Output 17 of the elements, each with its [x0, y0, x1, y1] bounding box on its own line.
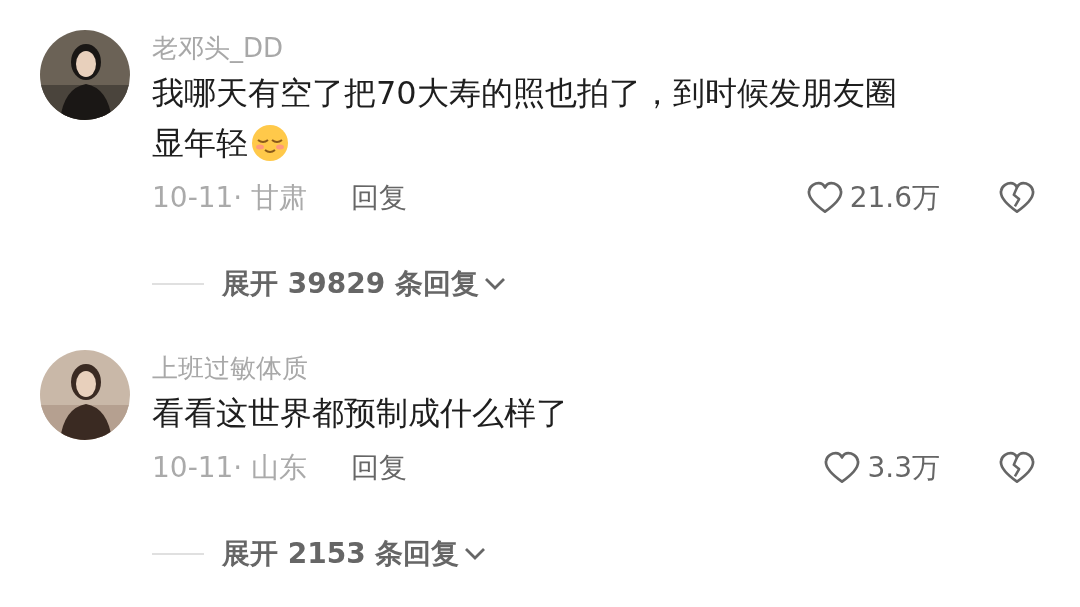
- comment-text: 看看这世界都预制成什么样了: [152, 393, 568, 434]
- reply-link[interactable]: 回复: [351, 179, 408, 217]
- chevron-down-icon: [482, 276, 507, 292]
- broken-heart-icon[interactable]: [998, 181, 1036, 215]
- expand-replies-link[interactable]: 展开 39829 条回复: [222, 265, 507, 303]
- comment-date: 10-11· 甘肃: [152, 180, 308, 216]
- broken-heart-icon[interactable]: [998, 451, 1036, 485]
- chevron-down-icon: [463, 546, 488, 562]
- reply-link[interactable]: 回复: [351, 449, 408, 487]
- like-count: 21.6万: [849, 180, 940, 216]
- heart-icon[interactable]: [805, 181, 844, 215]
- comment-text: 我哪天有空了把70大寿的照也拍了，到时候发朋友圈: [152, 73, 897, 114]
- like-count: 3.3万: [867, 450, 940, 486]
- expand-replies-link[interactable]: 展开 2153 条回复: [222, 535, 488, 573]
- comment-text: 显年轻: [152, 123, 248, 164]
- heart-icon[interactable]: [823, 451, 862, 485]
- comment-date: 10-11· 山东: [152, 450, 308, 486]
